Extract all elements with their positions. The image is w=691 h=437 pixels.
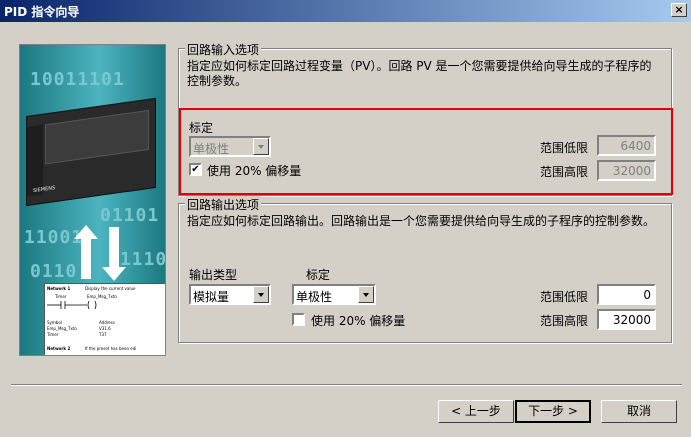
ladder-network-2-comment: If the preset has been edi: [85, 346, 137, 351]
plc-device-image: SIEMENS: [26, 97, 156, 207]
address-row-1: V31.6: [99, 326, 111, 331]
ladder-contact-label: Timer: [55, 294, 67, 299]
input-group-legend: 回路输入选项: [185, 41, 262, 58]
cancel-button[interactable]: 取消: [601, 400, 677, 423]
binary-digits: 10011101: [30, 69, 125, 90]
ladder-network-1-comment: Display the current value: [85, 286, 136, 291]
output-type-label: 输出类型: [189, 268, 238, 282]
output-scale-select[interactable]: 单极性: [292, 284, 376, 305]
close-button[interactable]: ×: [671, 3, 687, 17]
ladder-coil-label: Emp_Msg_Txto: [87, 294, 117, 299]
output-scale-value: 单极性: [296, 290, 333, 304]
output-high-label: 范围高限: [540, 314, 589, 328]
output-group-legend: 回路输出选项: [185, 196, 262, 213]
symbol-row-2: Timer: [47, 332, 59, 337]
next-button[interactable]: 下一步 >: [515, 400, 591, 423]
output-group-description: 指定应如何标定回路输出。回路输出是一个您需要提供给向导生成的子程序的控制参数。: [187, 214, 656, 228]
symbol-header: Symbol: [47, 320, 62, 325]
window-title: PID 指令向导: [4, 5, 80, 19]
ladder-rung-icon: [47, 300, 97, 310]
chevron-down-icon[interactable]: [253, 286, 269, 303]
output-scale-label: 标定: [306, 268, 331, 282]
binary-digits: 0110: [30, 261, 78, 282]
output-low-field[interactable]: 0: [597, 284, 656, 305]
back-button[interactable]: < 上一步: [438, 400, 514, 423]
input-group-description: 指定应如何标定回路过程变量（PV）。回路 PV 是一个您需要提供给向导生成的子程…: [187, 59, 652, 88]
output-high-field[interactable]: 32000: [597, 309, 656, 330]
wizard-illustration: 10011101 SIEMENS 01101 11001 01110 0110 …: [19, 44, 166, 356]
ladder-diagram: Network 1 Display the current value Time…: [44, 283, 165, 355]
transfer-arrows-icon: [74, 225, 126, 281]
ladder-network-2: Network 2: [47, 346, 71, 351]
binary-digits: 01101: [100, 205, 160, 226]
output-low-label: 范围低限: [540, 290, 589, 304]
address-header: Address: [99, 320, 115, 325]
symbol-row-1: Emp_Msg_Txto: [47, 326, 77, 331]
chevron-down-icon[interactable]: [358, 286, 374, 303]
plc-face: [45, 109, 149, 165]
address-row-2: T37: [99, 332, 107, 337]
output-offset-label: 使用 20% 偏移量: [311, 314, 406, 328]
title-bar: PID 指令向导 ×: [0, 0, 691, 22]
ladder-network-1: Network 1: [47, 286, 71, 291]
footer-separator: [11, 384, 682, 386]
output-type-value: 模拟量: [193, 290, 230, 304]
output-offset-checkbox[interactable]: [292, 313, 305, 326]
output-type-select[interactable]: 模拟量: [189, 284, 271, 305]
highlight-frame: [179, 108, 673, 195]
